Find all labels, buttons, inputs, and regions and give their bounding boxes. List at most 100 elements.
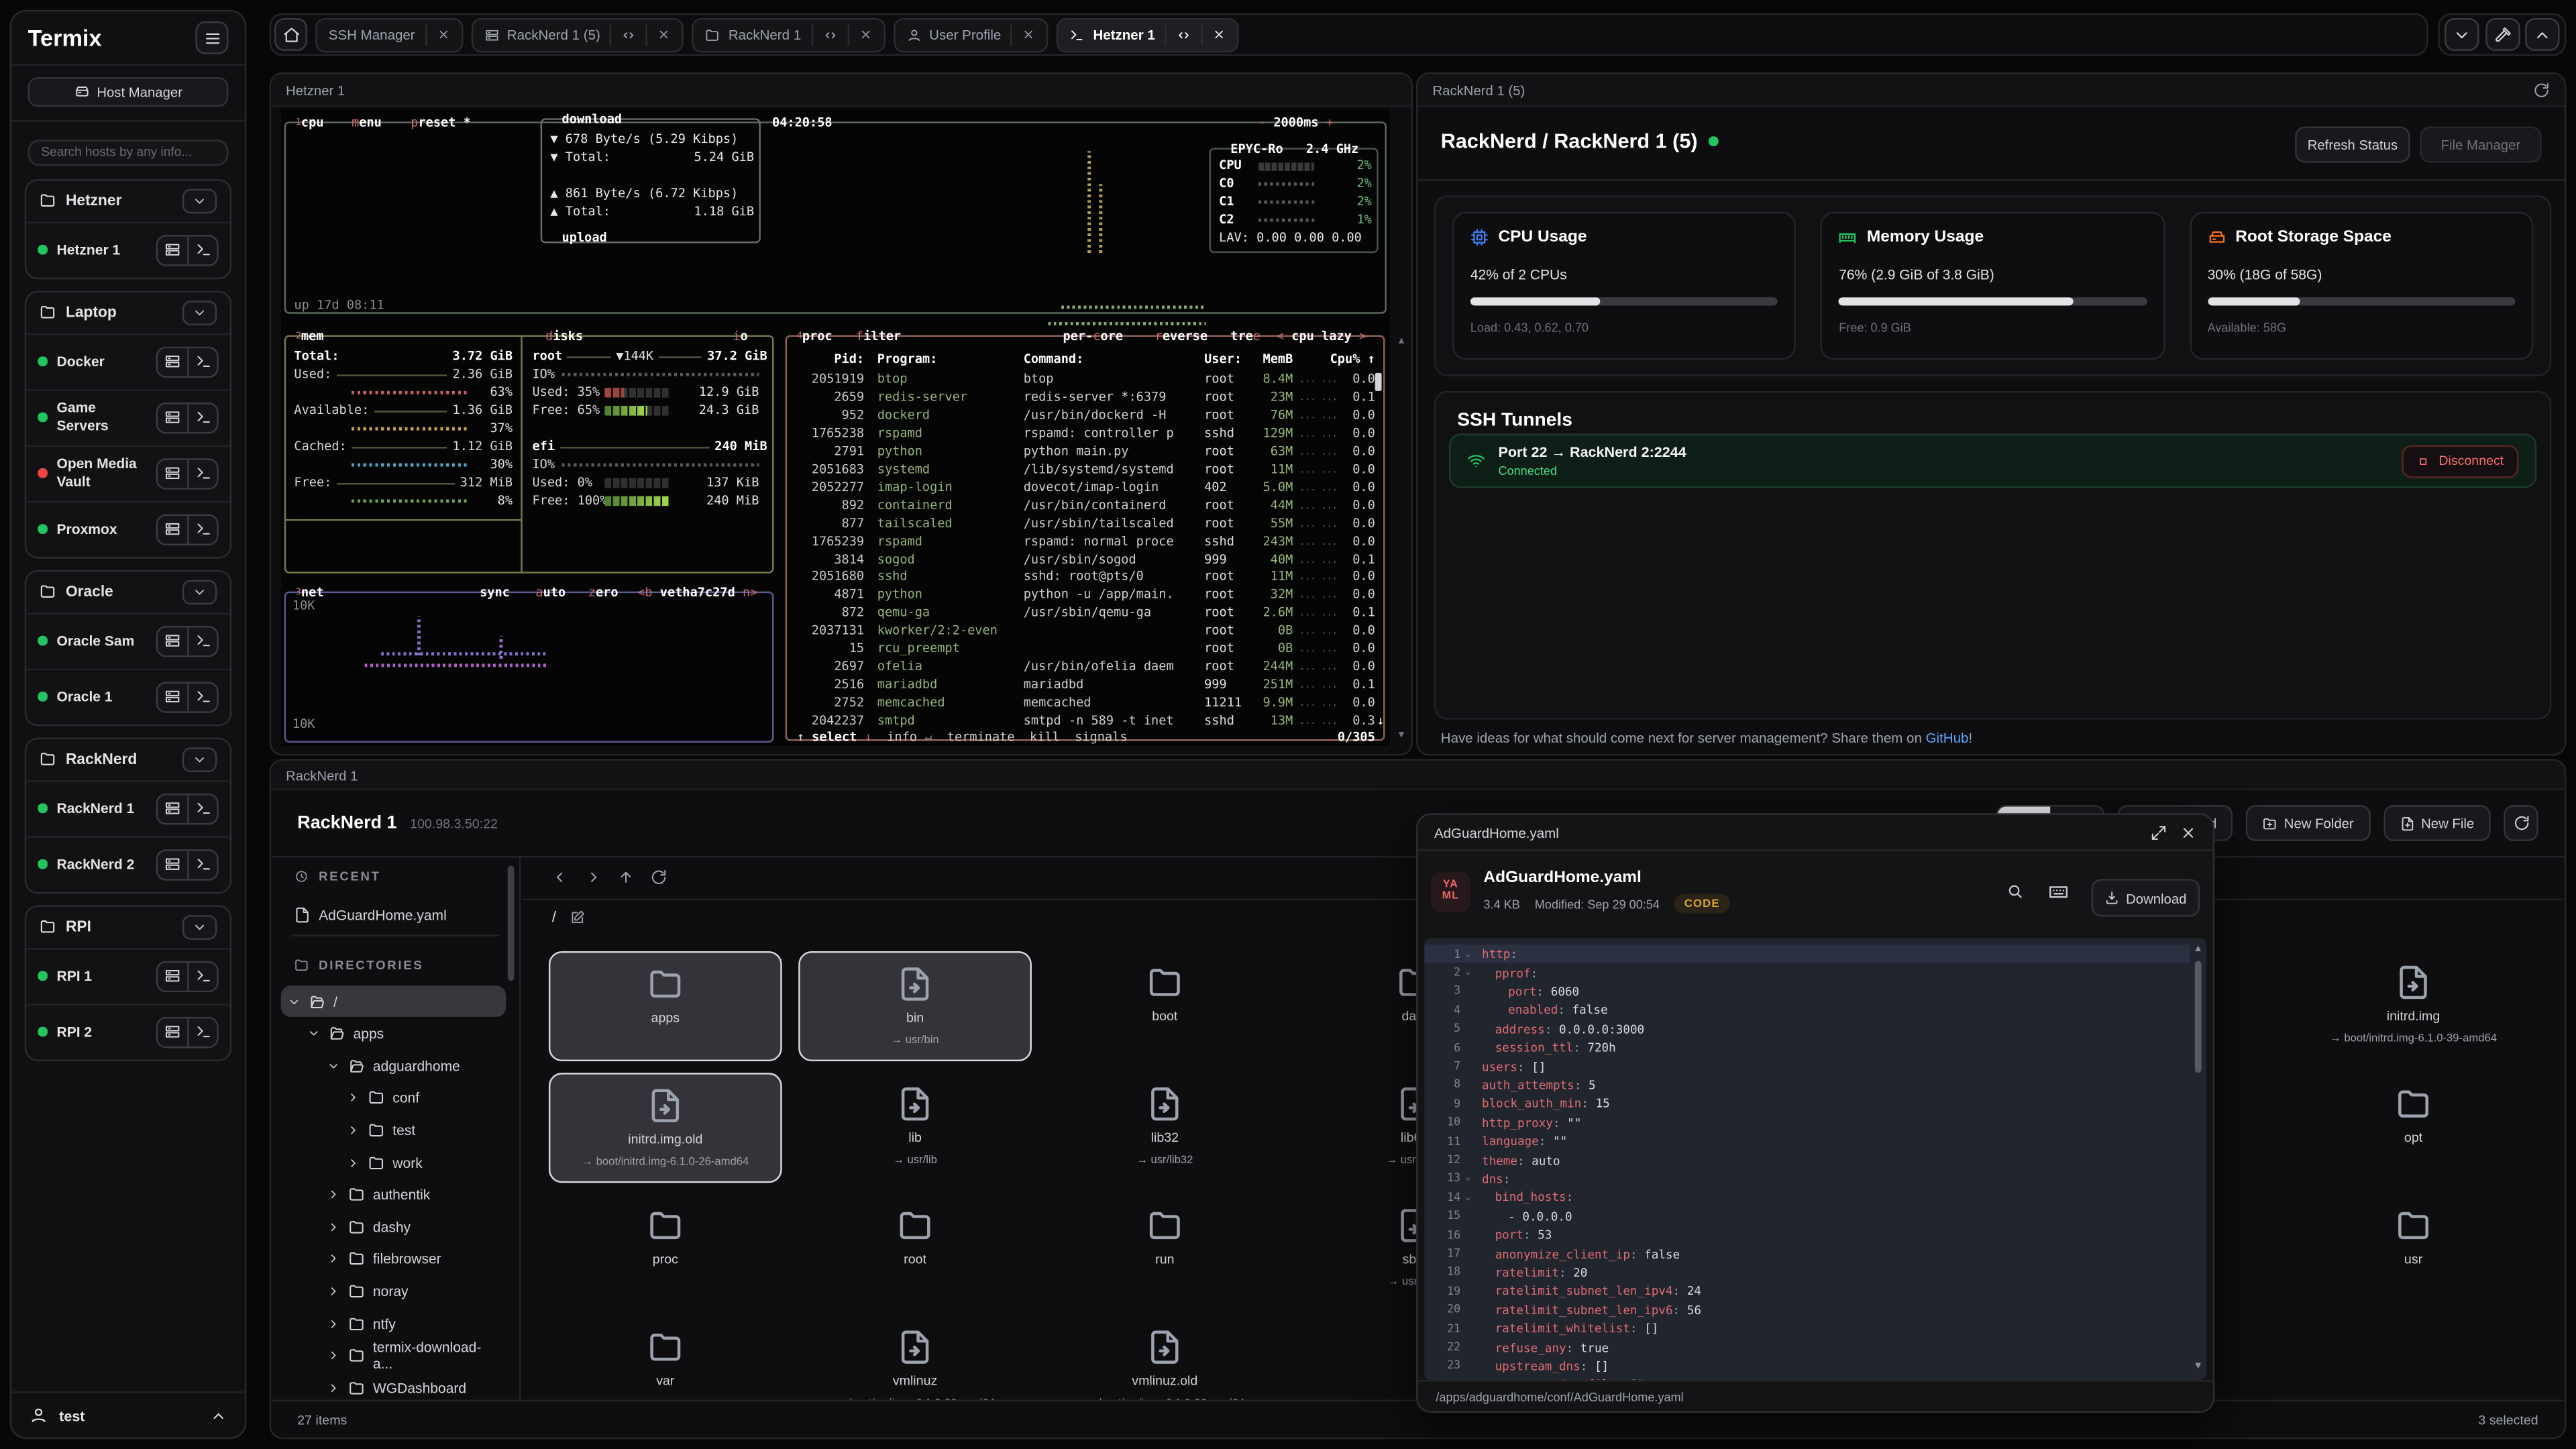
recent-item[interactable]: AdGuardHome.yaml	[288, 899, 506, 930]
host-group-header[interactable]: RackNerd	[26, 739, 230, 780]
grid-item-initrd-img-old[interactable]: initrd.img.old→ boot/initrd.img-6.1.0-26…	[549, 1073, 782, 1183]
nav-refresh-icon[interactable]	[651, 869, 667, 885]
expand-icon[interactable]	[2151, 824, 2167, 840]
editor-icon[interactable]	[2049, 882, 2068, 902]
nav-back-icon[interactable]	[552, 869, 568, 885]
close-tab-icon[interactable]	[1022, 28, 1036, 42]
host-row[interactable]: RackNerd 1	[26, 780, 230, 835]
code-editor[interactable]: 1⌄http:2⌄pprof:3port: 60604enabled: fals…	[1424, 938, 2206, 1380]
refresh-icon[interactable]	[2533, 81, 2549, 97]
split-view-icon[interactable]	[822, 27, 837, 42]
grid-item-initrd-img[interactable]: initrd.img→ boot/initrd.img-6.1.0-39-amd…	[2297, 951, 2530, 1061]
new-file-button[interactable]: New File	[2383, 805, 2491, 841]
grid-item-apps[interactable]: apps	[549, 951, 782, 1061]
search-in-file-icon[interactable]	[2006, 882, 2024, 900]
grid-item-root[interactable]: root	[798, 1194, 1032, 1304]
tree-item-authentik[interactable]: authentik	[281, 1179, 506, 1210]
host-manager-button[interactable]: Host Manager	[28, 77, 229, 107]
edit-path-icon[interactable]	[570, 910, 584, 924]
host-stats-button[interactable]	[158, 459, 187, 487]
nav-up-icon[interactable]	[618, 869, 634, 885]
tab-racknerd-1-5-[interactable]: RackNerd 1 (5)	[471, 17, 684, 52]
host-row[interactable]: RPI 2	[26, 1003, 230, 1059]
disconnect-button[interactable]: Disconnect	[2402, 444, 2518, 477]
collapse-button[interactable]	[2445, 18, 2479, 51]
file-manager-button[interactable]: File Manager	[2420, 127, 2541, 163]
tree-item-termix-download-a-[interactable]: termix-download-a...	[281, 1340, 506, 1371]
host-row[interactable]: Proxmox	[26, 500, 230, 556]
host-terminal-button[interactable]	[187, 794, 217, 822]
tree-item-WGDashboard[interactable]: WGDashboard	[281, 1372, 506, 1399]
host-terminal-button[interactable]	[187, 962, 217, 990]
tree-scrollbar[interactable]	[508, 866, 515, 981]
user-menu[interactable]: test	[11, 1391, 245, 1438]
tree-item-test[interactable]: test	[281, 1114, 506, 1146]
grid-item-var[interactable]: var	[549, 1316, 782, 1400]
host-row[interactable]: Docker	[26, 333, 230, 388]
tree-item--[interactable]: /	[281, 985, 506, 1017]
download-file-button[interactable]: Download	[2092, 879, 2200, 916]
close-tab-icon[interactable]	[859, 28, 872, 42]
search-input[interactable]	[28, 139, 229, 165]
nav-forward-icon[interactable]	[585, 869, 601, 885]
host-stats-button[interactable]	[158, 1018, 187, 1046]
close-tab-icon[interactable]	[436, 28, 449, 42]
terminal-scroll-up-icon[interactable]: ▲	[1397, 337, 1407, 347]
host-terminal-button[interactable]	[187, 235, 217, 264]
host-group-header[interactable]: Hetzner	[26, 180, 230, 221]
host-stats-button[interactable]	[158, 235, 187, 264]
tree-item-noray[interactable]: noray	[281, 1275, 506, 1307]
host-stats-button[interactable]	[158, 627, 187, 655]
tab-hetzner-1[interactable]: Hetzner 1	[1057, 17, 1239, 52]
group-collapse-button[interactable]	[182, 747, 217, 771]
grid-item-lib[interactable]: lib→ usr/lib	[798, 1073, 1032, 1183]
host-terminal-button[interactable]	[187, 347, 217, 376]
grid-item-vmlinuz-old[interactable]: vmlinuz.old→ boot/vmlinuz-6.1.0-26-amd64	[1048, 1316, 1281, 1400]
code-scrollbar[interactable]: ▲▼	[2193, 945, 2201, 1372]
host-terminal-button[interactable]	[187, 403, 217, 431]
grid-item-lib32[interactable]: lib32→ usr/lib32	[1048, 1073, 1281, 1183]
host-row[interactable]: Game Servers	[26, 388, 230, 444]
host-stats-button[interactable]	[158, 794, 187, 822]
terminal-screen[interactable]: 1cpumenupreset *04:20:58- 2000ms +EPYC-R…	[281, 109, 1390, 746]
tab-user-profile[interactable]: User Profile	[893, 17, 1049, 52]
host-terminal-button[interactable]	[187, 627, 217, 655]
tree-item-apps[interactable]: apps	[281, 1018, 506, 1049]
grid-item-proc[interactable]: proc	[549, 1194, 782, 1304]
tree-item-adguardhome[interactable]: adguardhome	[281, 1050, 506, 1081]
host-stats-button[interactable]	[158, 347, 187, 376]
host-terminal-button[interactable]	[187, 515, 217, 543]
tree-item-work[interactable]: work	[281, 1146, 506, 1178]
terminal-scroll-down-icon[interactable]: ▼	[1397, 731, 1407, 741]
grid-item-opt[interactable]: opt	[2297, 1073, 2530, 1183]
host-stats-button[interactable]	[158, 403, 187, 431]
group-collapse-button[interactable]	[182, 300, 217, 325]
tab-ssh-manager[interactable]: SSH Manager	[315, 17, 462, 52]
host-group-header[interactable]: Oracle	[26, 571, 230, 612]
tools-button[interactable]	[2485, 18, 2519, 51]
grid-item-run[interactable]: run	[1048, 1194, 1281, 1304]
group-collapse-button[interactable]	[182, 579, 217, 604]
close-icon[interactable]	[2180, 824, 2196, 840]
host-row[interactable]: Hetzner 1	[26, 221, 230, 276]
host-row[interactable]: Oracle Sam	[26, 612, 230, 667]
grid-item-usr[interactable]: usr	[2297, 1194, 2530, 1304]
grid-item-boot[interactable]: boot	[1048, 951, 1281, 1061]
host-row[interactable]: Oracle 1	[26, 668, 230, 724]
host-row[interactable]: Open Media Vault	[26, 444, 230, 500]
home-button[interactable]	[274, 18, 307, 51]
group-collapse-button[interactable]	[182, 188, 217, 213]
host-group-header[interactable]: RPI	[26, 906, 230, 947]
new-folder-button[interactable]: New Folder	[2246, 805, 2370, 841]
close-tab-icon[interactable]	[658, 28, 672, 42]
host-terminal-button[interactable]	[187, 459, 217, 487]
split-view-icon[interactable]	[622, 27, 637, 42]
host-terminal-button[interactable]	[187, 850, 217, 878]
refresh-files-button[interactable]	[2504, 805, 2538, 841]
host-group-header[interactable]: Laptop	[26, 292, 230, 333]
host-terminal-button[interactable]	[187, 1018, 217, 1046]
host-stats-button[interactable]	[158, 683, 187, 711]
tree-item-conf[interactable]: conf	[281, 1082, 506, 1114]
tree-item-ntfy[interactable]: ntfy	[281, 1307, 506, 1339]
proc-scrollbar-thumb[interactable]	[1375, 373, 1382, 391]
